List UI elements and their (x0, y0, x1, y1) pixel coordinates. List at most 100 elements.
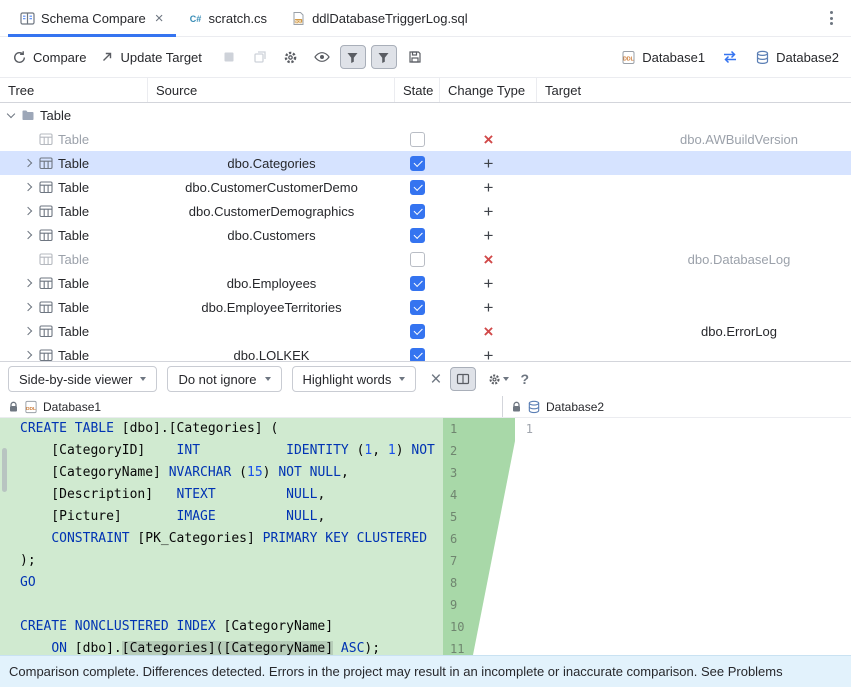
tree-group-row[interactable]: Table (0, 103, 851, 127)
table-icon (39, 228, 53, 242)
close-icon[interactable]: × (155, 11, 164, 26)
state-cell (395, 271, 440, 295)
tab-schema-compare[interactable]: Schema Compare × (8, 0, 176, 36)
tab-label: ddlDatabaseTriggerLog.sql (312, 11, 468, 26)
include-checkbox[interactable] (410, 156, 425, 171)
chevron-right-icon[interactable] (24, 304, 34, 310)
highlight-mode-select[interactable]: Highlight words (292, 366, 417, 392)
column-header-state[interactable]: State (395, 78, 440, 102)
preview-button[interactable] (309, 45, 335, 69)
filter-source-button[interactable] (340, 45, 366, 69)
swap-databases-button[interactable] (717, 45, 743, 69)
tab-ddl-database-trigger-log-sql[interactable]: SQL ddlDatabaseTriggerLog.sql (279, 0, 480, 36)
settings-button[interactable] (278, 45, 304, 69)
column-header-target[interactable]: Target (537, 78, 851, 102)
left-editor[interactable]: CREATE TABLE [dbo].[Categories] ( [Categ… (0, 418, 443, 655)
state-cell (395, 175, 440, 199)
gear-icon (283, 50, 298, 65)
include-checkbox[interactable] (410, 204, 425, 219)
include-checkbox[interactable] (410, 132, 425, 147)
chevron-right-icon[interactable] (24, 208, 34, 214)
tree-cell: Table (0, 199, 148, 223)
change-type-cell: + (440, 175, 537, 199)
refresh-icon (12, 50, 27, 65)
line-number: 8 (450, 572, 473, 594)
apply-non-conflicting-button[interactable] (247, 45, 273, 69)
chevron-down-icon[interactable] (6, 113, 16, 117)
chevron-right-icon[interactable] (24, 280, 34, 286)
chevron-right-icon[interactable] (24, 160, 34, 166)
whitespace-policy-select[interactable]: Do not ignore (167, 366, 281, 392)
column-header-tree[interactable]: Tree (0, 78, 148, 102)
stop-button[interactable] (216, 45, 242, 69)
target-database-label: Database2 (776, 50, 839, 65)
tab-scratch-cs[interactable]: C# scratch.cs (176, 0, 280, 36)
copy-icon (253, 50, 267, 64)
table-row[interactable]: Tabledbo.CustomerDemographics+ (0, 199, 851, 223)
line-number: 3 (450, 462, 473, 484)
include-checkbox[interactable] (410, 300, 425, 315)
add-change-icon: + (484, 275, 494, 292)
table-row[interactable]: Tabledbo.EmployeeTerritories+ (0, 295, 851, 319)
include-checkbox[interactable] (410, 252, 425, 267)
include-checkbox[interactable] (410, 324, 425, 339)
tree-label: Table (58, 252, 89, 267)
svg-text:DDL: DDL (623, 56, 634, 62)
include-checkbox[interactable] (410, 180, 425, 195)
chevron-right-icon[interactable] (24, 328, 34, 334)
change-type-cell: + (440, 343, 537, 361)
right-editor[interactable] (541, 418, 851, 655)
update-target-button[interactable]: Update Target (100, 50, 201, 65)
update-target-label: Update Target (120, 50, 201, 65)
table-row[interactable]: Table×dbo.ErrorLog (0, 319, 851, 343)
left-pane-title: Database1 (43, 400, 101, 414)
include-checkbox[interactable] (410, 228, 425, 243)
viewer-mode-select[interactable]: Side-by-side viewer (8, 366, 157, 392)
table-row[interactable]: Tabledbo.Customers+ (0, 223, 851, 247)
help-icon[interactable]: ? (520, 371, 529, 387)
swap-arrows-icon (722, 50, 738, 64)
arrow-up-right-icon (100, 50, 114, 64)
source-name: dbo.LOLKEK (148, 343, 395, 361)
gear-icon (488, 373, 501, 386)
state-cell (395, 295, 440, 319)
target-database-chip[interactable]: Database2 (755, 50, 839, 65)
table-row[interactable]: Tabledbo.LOLKEK+ (0, 343, 851, 361)
chevron-right-icon[interactable] (24, 232, 34, 238)
include-checkbox[interactable] (410, 276, 425, 291)
tree-cell: Table (0, 295, 148, 319)
diff-settings-button[interactable] (485, 367, 511, 391)
table-row[interactable]: Table×dbo.DatabaseLog (0, 247, 851, 271)
split-view-button[interactable] (450, 367, 476, 391)
diff-connector (473, 418, 515, 655)
viewer-mode-value: Side-by-side viewer (19, 372, 132, 387)
source-name (148, 127, 395, 151)
table-row[interactable]: Tabledbo.Employees+ (0, 271, 851, 295)
source-database-chip[interactable]: DDL Database1 (621, 50, 705, 65)
column-header-change-type[interactable]: Change Type (440, 78, 537, 102)
line-number: 4 (450, 484, 473, 506)
save-button[interactable] (402, 45, 428, 69)
more-options-icon[interactable] (826, 7, 837, 29)
collapse-diff-icon[interactable]: × (430, 370, 441, 389)
chevron-right-icon[interactable] (24, 184, 34, 190)
line-number: 10 (450, 616, 473, 638)
tree-label: Table (58, 156, 89, 171)
tree-label: Table (40, 108, 71, 123)
chevron-right-icon[interactable] (24, 352, 34, 358)
table-icon (39, 156, 53, 170)
table-row[interactable]: Tabledbo.CustomerCustomerDemo+ (0, 175, 851, 199)
table-row[interactable]: Tabledbo.Categories+ (0, 151, 851, 175)
include-checkbox[interactable] (410, 348, 425, 362)
line-number: 2 (450, 440, 473, 462)
line-number: 1 (450, 418, 473, 440)
compare-button[interactable]: Compare (12, 50, 86, 65)
scrollbar[interactable] (2, 448, 7, 492)
code-line: [Picture] IMAGE NULL, (20, 506, 443, 528)
source-name: dbo.CustomerDemographics (148, 199, 395, 223)
state-cell (395, 127, 440, 151)
column-header-source[interactable]: Source (148, 78, 395, 102)
filter-target-button[interactable] (371, 45, 397, 69)
table-row[interactable]: Table×dbo.AWBuildVersion (0, 127, 851, 151)
filter-icon (346, 51, 359, 64)
